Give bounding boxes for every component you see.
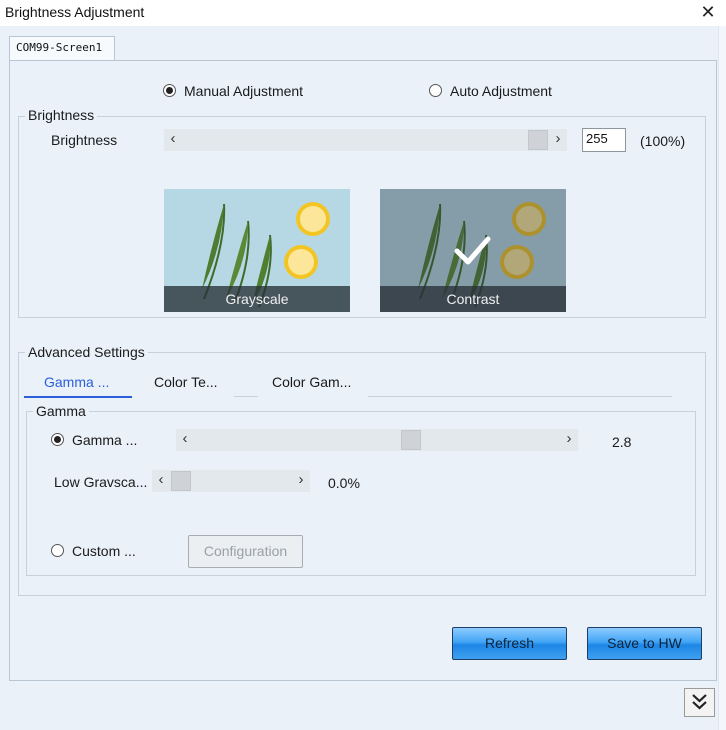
expand-button[interactable] [684,688,715,717]
close-icon[interactable]: ✕ [698,0,718,24]
active-tab-underline [24,396,132,398]
contrast-label: Contrast [380,286,566,312]
tab-strip-line [368,396,672,397]
double-chevron-down-icon [692,694,707,710]
gamma-slider[interactable]: ‹ › [176,429,578,451]
grayscale-mode-card[interactable]: Grayscale [164,189,350,312]
chevron-right-icon[interactable]: › [551,129,565,149]
chevron-left-icon[interactable]: ‹ [166,129,180,149]
brightness-slider-thumb[interactable] [528,130,548,150]
save-to-hw-button[interactable]: Save to HW [587,627,702,660]
gamma-value: 2.8 [612,434,632,450]
chevron-right-icon[interactable]: › [294,470,308,490]
low-grayscale-slider[interactable]: ‹ › [152,470,310,492]
chevron-right-icon[interactable]: › [562,429,576,449]
refresh-button[interactable]: Refresh [452,627,567,660]
chevron-left-icon[interactable]: ‹ [154,470,168,490]
grayscale-label: Grayscale [164,286,350,312]
configuration-button[interactable]: Configuration [188,535,303,568]
low-grayscale-value: 0.0% [328,475,360,491]
brightness-value-input[interactable]: 255 [582,128,626,152]
tab-screen[interactable]: COM99-Screen1 [9,36,115,61]
window-edge [718,26,726,730]
gamma-slider-thumb[interactable] [401,430,421,450]
auto-adjustment-radio[interactable] [429,84,442,97]
title-bar: Brightness Adjustment ✕ [0,0,726,26]
tab-color-gamut[interactable]: Color Gam... [272,374,351,390]
custom-radio[interactable] [51,544,64,557]
tab-divider [234,396,258,397]
contrast-mode-card[interactable]: Contrast [380,189,566,312]
manual-adjustment-radio[interactable] [163,84,176,97]
gamma-group-title: Gamma [33,403,89,419]
advanced-settings-title: Advanced Settings [25,344,148,360]
auto-adjustment-label[interactable]: Auto Adjustment [450,83,552,99]
manual-adjustment-label[interactable]: Manual Adjustment [184,83,303,99]
window-title: Brightness Adjustment [5,4,145,20]
brightness-label: Brightness [51,132,118,148]
brightness-slider[interactable]: ‹ › [164,129,567,151]
tab-gamma[interactable]: Gamma ... [44,374,109,390]
brightness-percent: (100%) [640,133,686,149]
gamma-radio[interactable] [51,433,64,446]
low-grayscale-slider-thumb[interactable] [171,471,191,491]
gamma-radio-label[interactable]: Gamma ... [72,432,137,448]
low-grayscale-label: Low Gravsca... [54,474,148,490]
chevron-left-icon[interactable]: ‹ [178,429,192,449]
tab-color-temperature[interactable]: Color Te... [154,374,218,390]
custom-radio-label[interactable]: Custom ... [72,543,136,559]
brightness-group-title: Brightness [25,107,98,123]
